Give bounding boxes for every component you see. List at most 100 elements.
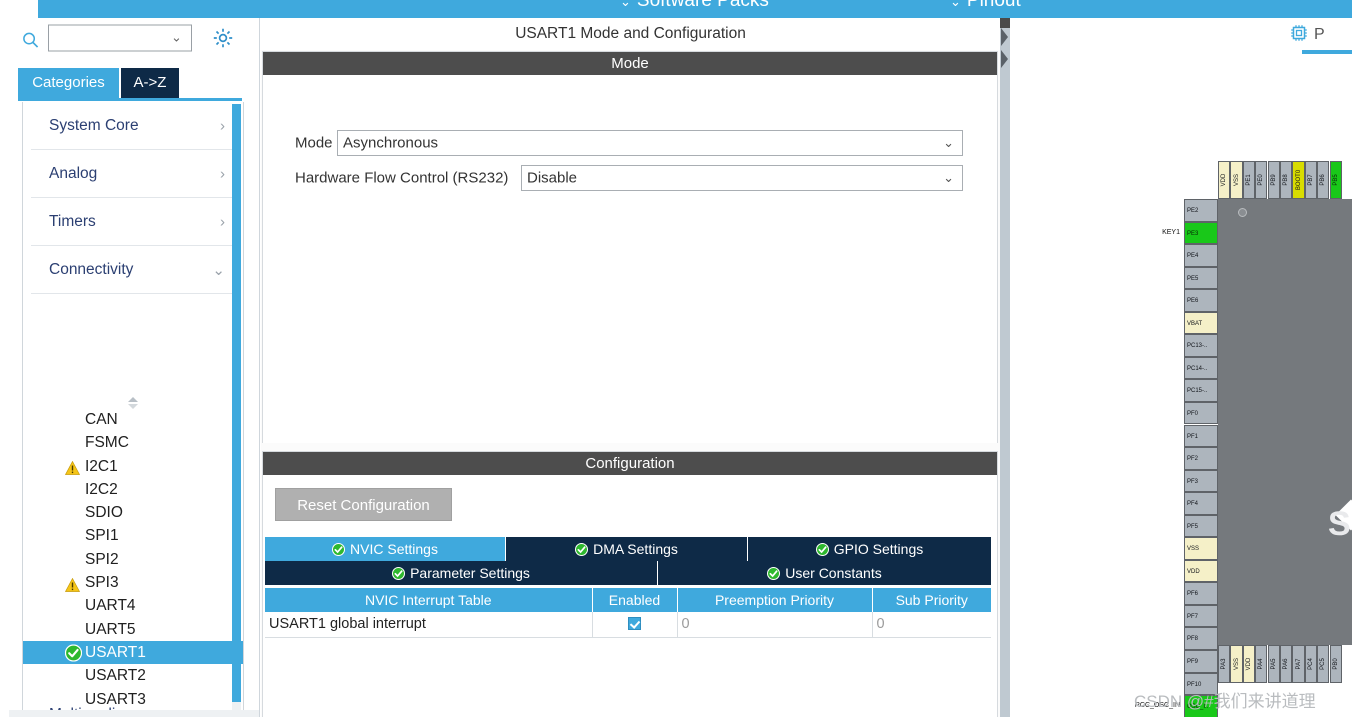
column-header-enabled[interactable]: Enabled	[592, 588, 678, 612]
list-item[interactable]: CAN	[23, 408, 243, 431]
gear-icon[interactable]	[212, 27, 234, 49]
panel-divider[interactable]	[1000, 18, 1010, 717]
chip-pin-top[interactable]: PB5	[1329, 161, 1342, 199]
tab-user-constants[interactable]: User Constants	[658, 561, 991, 585]
column-header-preemption-priority[interactable]: Preemption Priority	[677, 588, 873, 612]
chevron-right-icon: ›	[220, 165, 225, 182]
tab-gpio-settings[interactable]: GPIO Settings	[748, 537, 991, 561]
chip-pin-bottom[interactable]: PA6	[1280, 645, 1293, 683]
tree-scrollbar-thumb[interactable]	[232, 104, 241, 702]
column-header-sub-priority[interactable]: Sub Priority	[872, 588, 991, 612]
tab-a-to-z[interactable]: A->Z	[121, 68, 179, 98]
mode-dropdown[interactable]: Asynchronous ⌄	[337, 130, 963, 156]
config-panel-header: Configuration	[263, 452, 997, 475]
chip-pin-bottom[interactable]: VDD	[1242, 645, 1256, 683]
chip-pin-bottom[interactable]: PA5	[1267, 645, 1280, 683]
list-item[interactable]: I2C2	[23, 478, 243, 501]
search-box[interactable]: ⌄	[48, 24, 192, 52]
sidebar-item-usart1[interactable]: USART1	[23, 640, 243, 665]
chip-pin-bottom[interactable]: PC4	[1304, 645, 1318, 683]
chip-pin-left[interactable]: PE5	[1184, 266, 1218, 290]
tab-label: Parameter Settings	[410, 565, 530, 581]
chip-pin-top[interactable]: PB9	[1267, 161, 1280, 199]
list-item[interactable]: SPI2	[23, 548, 243, 571]
tab-nvic-settings[interactable]: NVIC Settings	[265, 537, 506, 561]
chip-pin-left[interactable]: PF1	[1184, 424, 1218, 447]
list-item[interactable]: SPI3	[23, 571, 243, 594]
list-item[interactable]: UART4	[23, 594, 243, 617]
search-input[interactable]	[53, 25, 165, 51]
menu-label: Software Packs	[636, 0, 769, 11]
chip-pin-left[interactable]: PC14-..	[1184, 356, 1218, 380]
chip-pin-top[interactable]: VDD	[1218, 161, 1231, 199]
chip-pin-left[interactable]: PF5	[1184, 514, 1218, 538]
chip-pin-left[interactable]: PE3	[1184, 221, 1218, 245]
chevron-right-icon: ›	[220, 117, 225, 134]
chip-pin-bottom[interactable]: VSS	[1230, 645, 1243, 683]
chip-pin-left[interactable]: PF0	[1184, 401, 1218, 425]
chip-pin-left[interactable]: PF4	[1184, 492, 1218, 515]
chip-pin-top[interactable]: PE0	[1255, 161, 1268, 199]
field-label: Hardware Flow Control (RS232)	[295, 169, 509, 187]
enabled-cell[interactable]	[592, 612, 678, 638]
chip-pin-top[interactable]: PB6	[1317, 161, 1330, 199]
enabled-checkbox[interactable]	[628, 617, 641, 631]
chip-pin-left[interactable]: PF2	[1184, 447, 1218, 470]
chip-pin-left[interactable]: PF3	[1184, 469, 1218, 493]
tree-scrollbar[interactable]	[232, 104, 241, 717]
pinout-view-panel: P S PE2 PE3 PE4 PE5 PE6 VBAT PC13-.. PC14-.. PC1…	[1010, 18, 1352, 717]
menu-item-software-packs[interactable]: ⌄ Software Packs	[620, 0, 769, 12]
left-horizontal-scrollbar[interactable]	[9, 710, 259, 717]
menu-item-pinout[interactable]: ⌄ Pinout	[950, 0, 1021, 12]
chip-pin-left[interactable]: VBAT	[1184, 311, 1218, 335]
chip-pin-top[interactable]: PB7	[1304, 161, 1318, 199]
tab-parameter-settings[interactable]: Parameter Settings	[265, 561, 658, 585]
chip-pin-left[interactable]: PE4	[1184, 244, 1218, 267]
category-timers[interactable]: Timers ›	[31, 198, 235, 246]
hardware-flow-control-value: Disable	[527, 169, 578, 187]
list-item[interactable]: I2C1	[23, 455, 243, 478]
chip-pin-top[interactable]: BOOT0	[1292, 161, 1305, 199]
chip-pin-left[interactable]: PC13-..	[1184, 334, 1218, 357]
chip-pin-bottom[interactable]: PA4	[1255, 645, 1268, 683]
list-item[interactable]: FSMC	[23, 431, 243, 454]
chevron-down-icon[interactable]: ⌄	[171, 30, 185, 45]
chip-pin-top[interactable]: PB8	[1280, 161, 1293, 199]
list-item[interactable]: SPI1	[23, 524, 243, 547]
list-item[interactable]: USART2	[23, 664, 243, 687]
chip-pin-top[interactable]: VSS	[1230, 161, 1243, 199]
mode-panel-header: Mode	[263, 52, 997, 75]
category-analog[interactable]: Analog ›	[31, 150, 235, 198]
category-connectivity[interactable]: Connectivity ⌄	[31, 246, 235, 294]
chip-pin-left[interactable]: PE2	[1184, 199, 1218, 222]
chip-pin-bottom[interactable]: PA3	[1218, 645, 1231, 683]
divider-expand-icon[interactable]	[1001, 28, 1008, 46]
chip-pin-top[interactable]: PE1	[1242, 161, 1256, 199]
preemption-priority-cell[interactable]: 0	[677, 612, 873, 638]
table-row[interactable]: USART1 global interrupt 0 0	[265, 612, 991, 638]
category-label: System Core	[49, 116, 139, 134]
hardware-flow-control-dropdown[interactable]: Disable ⌄	[521, 165, 963, 191]
category-system-core[interactable]: System Core ›	[31, 102, 235, 150]
chip-pin-left[interactable]: VDD	[1184, 559, 1218, 583]
chip-pin-left[interactable]: PC15-..	[1184, 379, 1218, 402]
chip-pin-left[interactable]: VSS	[1184, 537, 1218, 560]
tab-dma-settings[interactable]: DMA Settings	[506, 537, 748, 561]
divider-collapse-icon[interactable]	[1001, 50, 1008, 68]
column-header-nvic-interrupt-table[interactable]: NVIC Interrupt Table	[265, 588, 593, 612]
chip-pin-bottom[interactable]: PB0	[1329, 645, 1342, 683]
list-item[interactable]: UART5	[23, 618, 243, 641]
chip-pin-left[interactable]: PE6	[1184, 289, 1218, 312]
chip-pin-left[interactable]: PF9	[1184, 650, 1218, 673]
field-hardware-flow-control: Hardware Flow Control (RS232) Disable ⌄	[263, 165, 997, 191]
list-item[interactable]: SDIO	[23, 501, 243, 524]
tab-categories[interactable]: Categories	[18, 68, 119, 98]
chip-pin-left[interactable]: PF7	[1184, 604, 1218, 628]
chip-body[interactable]	[1218, 199, 1352, 645]
chip-pin-bottom[interactable]: PA7	[1292, 645, 1305, 683]
chip-pin-bottom[interactable]: PC5	[1317, 645, 1330, 683]
reset-configuration-button[interactable]: Reset Configuration	[275, 488, 452, 521]
chip-pin-left[interactable]: PF8	[1184, 627, 1218, 650]
sub-priority-cell[interactable]: 0	[872, 612, 991, 638]
chip-pin-left[interactable]: PF6	[1184, 582, 1218, 605]
